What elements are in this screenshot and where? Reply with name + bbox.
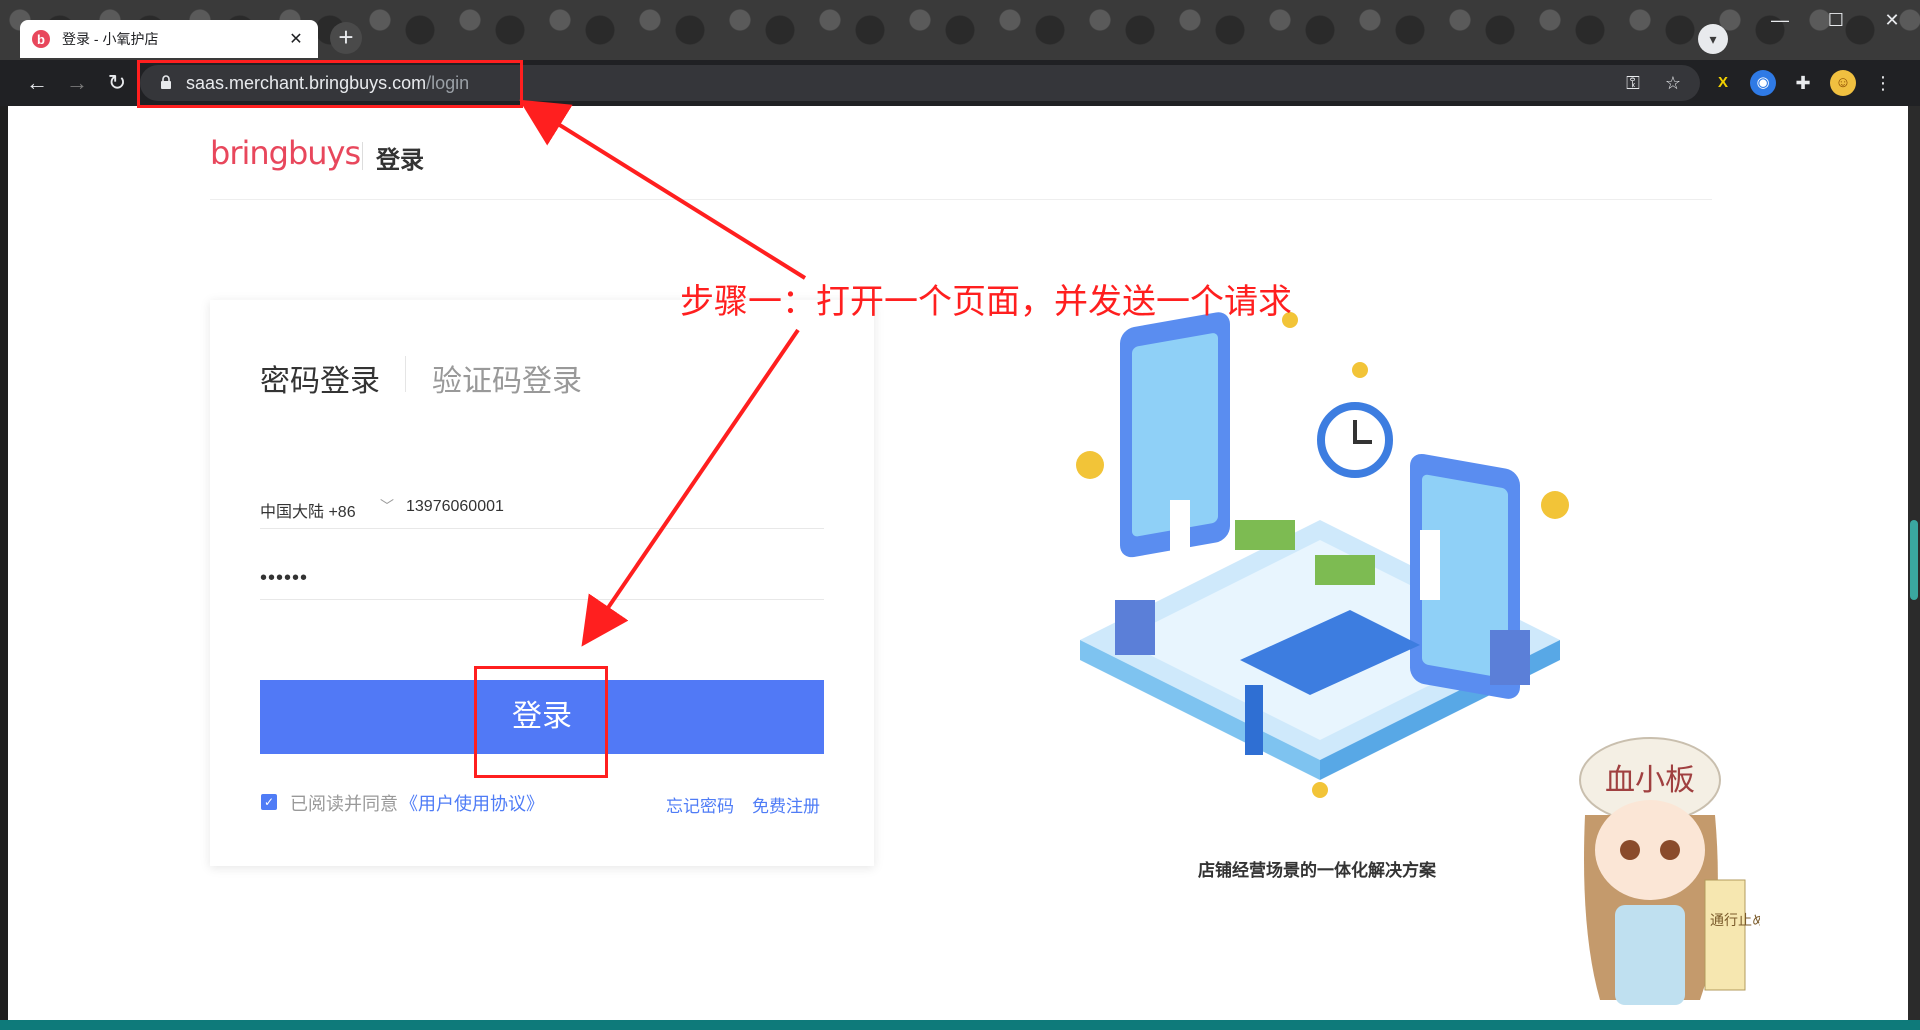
arrow-to-url [519, 99, 807, 280]
svg-text:通行止め: 通行止め [1710, 913, 1760, 929]
arrow-to-login-button [581, 328, 800, 647]
mascot-sticker: 血小板 通行止め [1579, 737, 1760, 1005]
svg-text:血小板: 血小板 [1605, 763, 1695, 798]
